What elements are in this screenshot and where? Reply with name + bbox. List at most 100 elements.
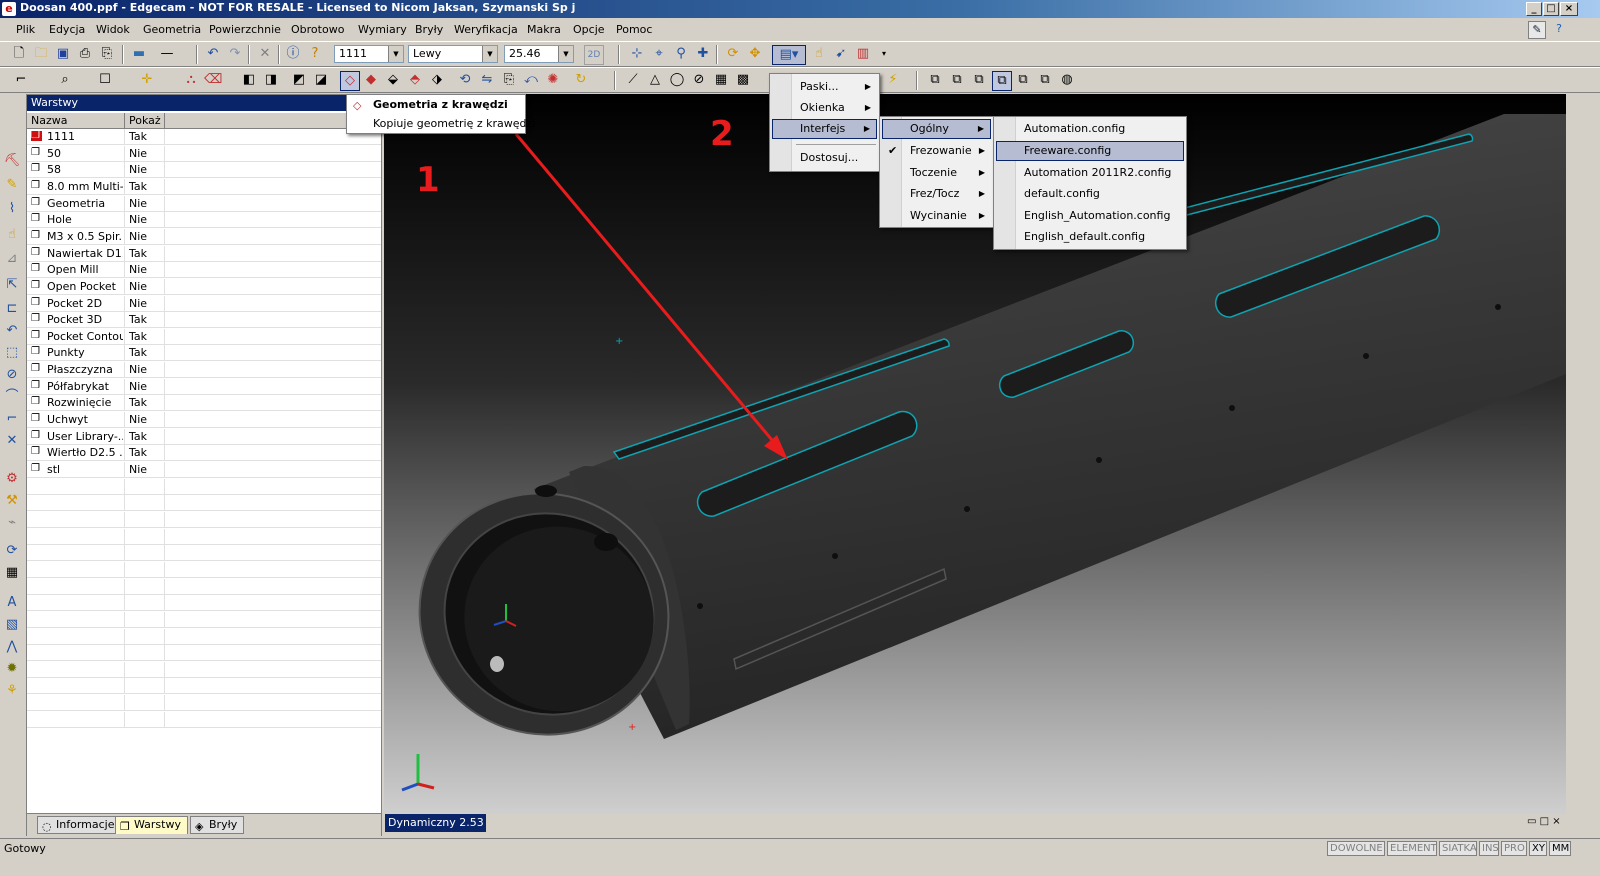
layer-row[interactable]: ❐ Punkty Tak [27, 345, 381, 362]
menu-plik[interactable]: Plik [16, 23, 35, 36]
open-folder-icon[interactable]: 🗀 [32, 45, 50, 63]
chevron-down-icon[interactable]: ▼ [388, 46, 403, 62]
align-icon[interactable]: ⊏ [3, 300, 21, 318]
layer-show-cell[interactable]: Tak [125, 178, 165, 195]
indicator-dowolne[interactable]: DOWOLNE [1327, 841, 1385, 856]
layer-show-cell[interactable]: Nie [125, 362, 165, 379]
cursor-icon[interactable]: ➹ [832, 45, 850, 63]
undo-icon[interactable]: ↶ [204, 45, 222, 63]
mirror-icon[interactable]: ⇋ [478, 71, 496, 89]
menu-pomoc[interactable]: Pomoc [616, 23, 652, 36]
indicator-siatka[interactable]: SIATKA [1439, 841, 1477, 856]
interface-toolbar-button[interactable]: ▤▾ [772, 45, 806, 65]
layer-row[interactable]: ❐ Uchwyt Nie [27, 412, 381, 429]
layer-row[interactable]: ❐ Rozwinięcie Tak [27, 395, 381, 412]
lightning-icon[interactable]: ⚡ [884, 71, 902, 89]
layer-stack-icon[interactable]: ◩ [290, 71, 308, 89]
layer-show-cell[interactable]: Nie [125, 162, 165, 179]
2d-view-button[interactable]: 2D [584, 45, 604, 65]
layer-show-cell[interactable]: Nie [125, 195, 165, 212]
layer-show-cell[interactable]: Nie [125, 262, 165, 279]
line-style-icon[interactable]: — [158, 45, 176, 63]
layer-6-icon[interactable]: ⧉ [1036, 71, 1054, 89]
wave-icon[interactable]: ⌇ [3, 200, 21, 218]
layer-show-cell[interactable]: Tak [125, 129, 165, 145]
config-item-freeware[interactable]: Freeware.config [996, 141, 1184, 161]
layer-row[interactable]: ❐ User Library-... Tak [27, 428, 381, 445]
profile-icon[interactable]: ⬗ [428, 71, 446, 89]
layer-row[interactable]: ❐ Geometria Nie [27, 195, 381, 212]
layer-row[interactable]: ❐ 1111 Tak [27, 129, 381, 145]
layer-show-cell[interactable]: Nie [125, 278, 165, 295]
menu-obrotowo[interactable]: Obrotowo [291, 23, 344, 36]
layer-show-cell[interactable]: Tak [125, 395, 165, 412]
rotate-icon[interactable]: ⤺ [522, 71, 540, 89]
layer-show-cell[interactable]: Nie [125, 412, 165, 429]
config-item-english-default[interactable]: English_default.config [996, 227, 1184, 247]
layer-4-icon[interactable]: ⧉ [992, 71, 1012, 91]
tab-bryly[interactable]: ◈ Bryły [190, 816, 245, 834]
menu-geometria[interactable]: Geometria [143, 23, 201, 36]
user-cs-icon[interactable]: ⚲ [672, 45, 690, 63]
layer-row[interactable]: ❐ Wiertło D2.5 ... Tak [27, 445, 381, 462]
menu-item-interfejs[interactable]: Interfejs ▶ [772, 119, 877, 139]
toolbar-overflow-icon[interactable]: ▾ [880, 45, 888, 63]
pick-icon[interactable]: ⌖ [650, 45, 668, 63]
minimize-button[interactable]: _ [1526, 2, 1542, 16]
layer-combo[interactable]: 1111 ▼ [334, 45, 404, 63]
print-icon[interactable]: ⎙ [76, 45, 94, 63]
help-icon[interactable]: ? [1550, 21, 1568, 39]
redo-icon[interactable]: ↷ [226, 45, 244, 63]
layer-1-icon[interactable]: ⧉ [926, 71, 944, 89]
menu-item-dostosuj[interactable]: Dostosuj... [772, 148, 877, 168]
menu-item-okienka[interactable]: Okienka ▶ [772, 98, 877, 118]
brush-icon[interactable]: ⚒ [3, 492, 21, 510]
delete-icon[interactable]: ✕ [256, 45, 274, 63]
close-view-icon[interactable]: × [1552, 816, 1560, 827]
submenu-item-wycinanie[interactable]: Wycinanie ▶ [882, 206, 991, 226]
hatch-icon[interactable]: ▧ [3, 616, 21, 634]
menu-item-paski[interactable]: Paski... ▶ [772, 77, 877, 97]
zigzag-icon[interactable]: ⋀ [3, 638, 21, 656]
edgecam-logo-icon[interactable]: e [2, 2, 16, 16]
pencil-icon[interactable]: ✎ [1528, 21, 1546, 39]
hand-icon[interactable]: ☝ [810, 45, 828, 63]
layer-show-cell[interactable]: Tak [125, 312, 165, 329]
layer-row[interactable]: ❐ stl Nie [27, 462, 381, 478]
layer-row[interactable]: ❐ Hole Nie [27, 212, 381, 229]
submenu-item-frezowanie[interactable]: ✔ Frezowanie ▶ [882, 141, 991, 161]
tab-warstwy[interactable]: ❐ Warstwy [115, 816, 188, 834]
config-item-default[interactable]: default.config [996, 184, 1184, 204]
layer-row[interactable]: ❐ Open Pocket Nie [27, 278, 381, 295]
menu-wymiary[interactable]: Wymiary [358, 23, 407, 36]
feature-icon[interactable]: ⛬ [182, 71, 200, 89]
layer-row[interactable]: ❐ Pocket 2D Nie [27, 295, 381, 312]
fillet-icon[interactable]: ⌐ [3, 410, 21, 428]
pan-icon[interactable]: ✥ [746, 45, 764, 63]
snap-icon[interactable]: ⊹ [628, 45, 646, 63]
layer-show-cell[interactable]: Nie [125, 295, 165, 312]
layer-row[interactable]: ❐ Pocket Contour Tak [27, 328, 381, 345]
cut-surface-icon[interactable]: ◧ [240, 71, 258, 89]
tile-icon[interactable]: ▭ [1527, 816, 1536, 827]
layer-row[interactable]: ❐ 8.0 mm Multi-...Tak [27, 178, 381, 195]
undo-side-icon[interactable]: ↶ [3, 322, 21, 340]
explode-icon[interactable]: ✺ [544, 71, 562, 89]
spiral-icon[interactable]: ⟳ [3, 542, 21, 560]
indicator-ins[interactable]: INS [1479, 841, 1499, 856]
new-file-icon[interactable]: 🗋 [10, 45, 28, 63]
edge-icon[interactable]: ◆ [362, 71, 380, 89]
no-entry-icon[interactable]: ⊘ [690, 71, 708, 89]
drill-icon[interactable]: ⛏ [3, 152, 21, 170]
hand-tool-icon[interactable]: ☝ [3, 226, 21, 244]
layer-color-icon[interactable]: ▬ [130, 45, 148, 63]
menu-weryfikacja[interactable]: Weryfikacja [454, 23, 518, 36]
menu-bryly[interactable]: Bryły [415, 23, 443, 36]
layer-show-cell[interactable]: Tak [125, 428, 165, 445]
eraser-icon[interactable]: ⌫ [204, 71, 222, 89]
origin-icon[interactable]: ✛ [138, 71, 156, 89]
indicator-element[interactable]: ELEMENT [1387, 841, 1437, 856]
add-cs-icon[interactable]: ✚ [694, 45, 712, 63]
pen-icon[interactable]: ✎ [3, 176, 21, 194]
move-icon[interactable]: ⇱ [3, 276, 21, 294]
